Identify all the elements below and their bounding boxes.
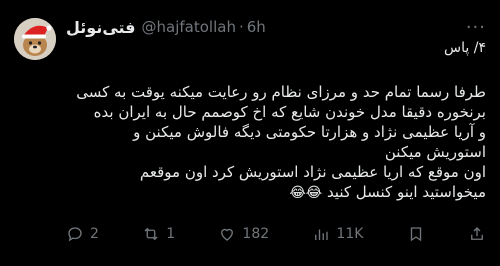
tweet-text: طرفا رسما تمام حد و مرزای نظام رو رعایت … bbox=[66, 82, 486, 203]
views-count: 11K bbox=[336, 226, 364, 242]
retweet-icon bbox=[144, 227, 158, 241]
like-button[interactable]: 182 bbox=[218, 225, 269, 243]
avatar[interactable] bbox=[14, 18, 56, 60]
reply-icon bbox=[68, 227, 82, 242]
reply-count: 2 bbox=[90, 226, 99, 242]
laughing-emoji: 😂😂 bbox=[289, 185, 323, 201]
like-count: 182 bbox=[242, 226, 270, 242]
share-icon bbox=[471, 227, 483, 240]
action-bar: 2 1 182 11K bbox=[66, 222, 486, 246]
user-handle[interactable]: @hajfatollah bbox=[142, 18, 236, 36]
tweet-header: فتی‌نوئل @hajfatollah · 6h ··· bbox=[66, 16, 486, 38]
tweet-line-text: میخواستید اینو کنسل کنید bbox=[326, 183, 486, 201]
timestamp[interactable]: 6h bbox=[247, 18, 266, 36]
tweet-line: استوریش میکنن bbox=[384, 143, 486, 161]
tweet-line: اون موقع که اریا عظیمی نژاد استوریش کرد … bbox=[139, 163, 486, 181]
views-button[interactable]: 11K bbox=[312, 225, 363, 243]
tweet-line: طرفا رسما تمام حد و مرزای نظام رو رعایت … bbox=[76, 83, 486, 101]
retweet-button[interactable]: 1 bbox=[142, 225, 175, 243]
tweet-line-last: میخواستید اینو کنسل کنید 😂😂 bbox=[66, 182, 486, 203]
tweet-line: برنخوره دقیقا مدل خوندن شایع که اخ کوصمم… bbox=[93, 103, 486, 121]
reply-button[interactable]: 2 bbox=[66, 225, 99, 243]
more-options-icon[interactable]: ··· bbox=[466, 17, 486, 38]
bookmark-icon bbox=[410, 227, 421, 242]
reply-to-label: ۴/ پاس bbox=[444, 40, 486, 56]
display-name[interactable]: فتی‌نوئل bbox=[66, 18, 136, 37]
views-chart-icon bbox=[315, 229, 329, 240]
share-button[interactable] bbox=[468, 225, 486, 243]
heart-icon bbox=[221, 228, 234, 241]
bookmark-button[interactable] bbox=[407, 225, 425, 243]
tweet-line: و آریا عظیمی نژاد و هزارتا حکومتی دیگه ف… bbox=[133, 123, 486, 141]
retweet-count: 1 bbox=[166, 226, 176, 242]
separator: · bbox=[238, 18, 244, 36]
